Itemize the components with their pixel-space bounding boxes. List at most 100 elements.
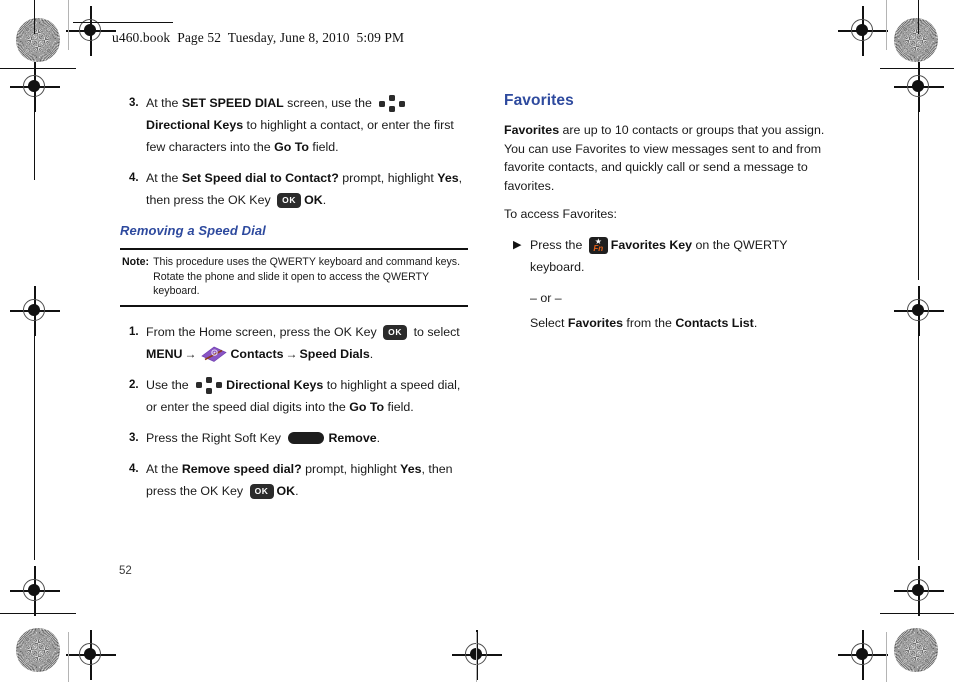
- step-text-segment: .: [376, 430, 381, 445]
- ok-key-icon: OK: [249, 483, 274, 499]
- bullet-marker: ▶: [513, 238, 522, 251]
- step-bold-term: OK: [304, 193, 323, 207]
- guide-line-right: [886, 0, 888, 50]
- favorites-fn-key-icon: ★ Fn: [588, 237, 608, 255]
- favorites-intro-paragraph: Favorites are up to 10 contacts or group…: [504, 121, 844, 195]
- step-bold-term: MENU: [146, 346, 183, 361]
- intro-bold-term: Favorites: [504, 123, 560, 137]
- step-bold-term: Speed Dials: [299, 346, 370, 361]
- step-text-segment: At the: [146, 171, 182, 185]
- step-text-segment: .: [369, 346, 374, 361]
- trim-line-bottom-right: [880, 613, 954, 615]
- step-bold-term: Remove: [328, 430, 377, 445]
- ok-key-icon: OK: [277, 193, 302, 209]
- trim-line-top-right: [880, 68, 954, 70]
- directional-keys-icon: [378, 95, 406, 113]
- note-text: This procedure uses the QWERTY keyboard …: [153, 256, 461, 297]
- ok-key-icon: OK: [383, 324, 408, 340]
- bullet-bold-term: Favorites Key: [610, 237, 693, 252]
- header-rule: [73, 22, 173, 24]
- step-text-segment: From the Home screen, press the OK Key: [146, 324, 381, 339]
- step-text-segment: prompt, highlight: [301, 461, 401, 476]
- alternative-instruction: Select Favorites from the Contacts List.: [530, 312, 844, 334]
- resolution-target-top-right: [894, 18, 938, 62]
- trim-line-bottom-left: [0, 613, 76, 615]
- step-text: Use the Directional Keys to highlight a …: [146, 374, 468, 418]
- step-text-segment: Use the: [146, 377, 193, 392]
- registration-mark-lower-left: [10, 566, 60, 616]
- guide-line-bottom-left: [68, 632, 70, 682]
- document-page: u460.book Page 52 Tuesday, June 8, 2010 …: [0, 0, 954, 682]
- registration-mark-lower-right: [894, 566, 944, 616]
- step-text-segment: field.: [308, 140, 339, 154]
- step-bold-term: Set Speed dial to Contact?: [181, 171, 339, 185]
- step-text-segment: .: [295, 483, 299, 498]
- registration-mark-bottom-right: [838, 630, 888, 680]
- registration-mark-mid-left: [10, 286, 60, 336]
- step-bold-term: OK: [276, 483, 296, 498]
- step-text-segment: At the: [146, 96, 182, 110]
- resolution-target-top-left: [16, 18, 60, 62]
- step-item: 2. Use the Directional Keys to highlight…: [120, 374, 468, 418]
- step-number: 3.: [129, 97, 139, 109]
- step-number: 3.: [129, 431, 139, 444]
- step-number: 2.: [129, 378, 139, 391]
- arrow-glyph: →: [184, 346, 197, 361]
- trim-line-left-upper: [34, 88, 36, 180]
- step-text-segment: to select: [410, 324, 460, 339]
- alt-bold-term: Favorites: [567, 315, 623, 330]
- step-text-segment: screen, use the: [283, 96, 376, 110]
- step-item: 3. Press the Right Soft Key Remove.: [120, 427, 468, 449]
- step-text-segment: prompt, highlight: [338, 171, 438, 185]
- trim-line-right-top: [918, 0, 920, 34]
- directional-keys-icon: [195, 376, 223, 394]
- registration-mark-top-left: [66, 6, 116, 56]
- step-bold-term: Contacts: [230, 346, 284, 361]
- step-bold-term: Yes: [400, 461, 422, 476]
- guide-line-bottom-right: [886, 632, 888, 682]
- favorites-lead-in: To access Favorites:: [504, 207, 617, 222]
- step-bold-term: Remove speed dial?: [181, 461, 302, 476]
- bullet-text-segment: Press the: [530, 237, 586, 252]
- step-number: 4.: [129, 172, 139, 184]
- step-text: At the SET SPEED DIAL screen, use the Di…: [146, 92, 468, 158]
- trim-line-top-left: [0, 68, 76, 70]
- step-item: 1. From the Home screen, press the OK Ke…: [120, 321, 468, 365]
- registration-mark-top-right: [838, 6, 888, 56]
- alt-bold-term: Contacts List: [675, 315, 754, 330]
- or-separator: – or –: [530, 290, 562, 305]
- step-bold-term: SET SPEED DIAL: [181, 96, 284, 110]
- trim-line-right-lower: [918, 330, 920, 560]
- contacts-icon: [201, 346, 228, 363]
- right-soft-key-icon: [288, 432, 325, 445]
- registration-mark-upper-right: [894, 62, 944, 112]
- file-header-text: u460.book Page 52 Tuesday, June 8, 2010 …: [112, 30, 405, 45]
- note-label: Note:: [122, 256, 150, 268]
- step-bold-term: Directional Keys: [226, 377, 324, 392]
- step-number: 1.: [129, 325, 139, 338]
- step-bold-term: Go To: [349, 399, 385, 414]
- step-text-segment: field.: [384, 399, 414, 414]
- step-bold-term: Directional Keys: [146, 118, 244, 132]
- trim-line-left-lower: [34, 330, 36, 560]
- alt-text-segment: .: [753, 315, 758, 330]
- alt-text-segment: Select: [530, 315, 568, 330]
- step-text-segment: .: [322, 193, 327, 207]
- fn-label: Fn: [593, 244, 604, 254]
- step-text: Press the Right Soft Key Remove.: [146, 427, 468, 449]
- subsection-heading: Removing a Speed Dial: [120, 223, 266, 238]
- left-column: 3. At the SET SPEED DIAL screen, use the…: [120, 92, 468, 511]
- step-item: 3. At the SET SPEED DIAL screen, use the…: [120, 92, 468, 158]
- registration-mark-mid-right: [894, 286, 944, 336]
- step-number: 4.: [129, 462, 139, 475]
- step-item: 4. At the Set Speed dial to Contact? pro…: [120, 167, 468, 211]
- step-bold-term: Yes: [437, 171, 459, 185]
- trim-line-right-upper: [918, 110, 920, 280]
- step-item: 4. At the Remove speed dial? prompt, hig…: [120, 458, 468, 502]
- guide-line-left: [68, 0, 70, 50]
- step-text-segment: Press the Right Soft Key: [146, 430, 285, 445]
- section-heading-favorites: Favorites: [504, 92, 574, 109]
- step-text-segment: At the: [146, 461, 182, 476]
- arrow-glyph: →: [285, 346, 298, 361]
- note-box: Note: This procedure uses the QWERTY key…: [120, 248, 468, 307]
